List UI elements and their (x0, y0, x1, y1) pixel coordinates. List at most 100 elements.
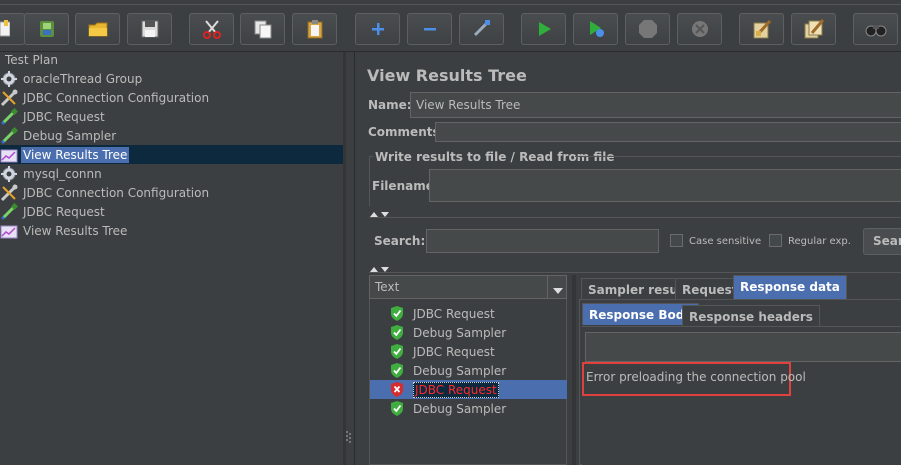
regular-exp-checkbox[interactable] (769, 234, 782, 247)
stop-button[interactable] (625, 13, 670, 45)
name-label: Name: (368, 98, 412, 112)
copy-icon (253, 19, 273, 39)
clear-button[interactable] (739, 13, 784, 45)
result-item[interactable]: JDBC Request (370, 380, 567, 399)
search-button[interactable]: Searc (863, 228, 901, 255)
new-button[interactable] (0, 13, 25, 45)
comments-label: Comments: (368, 125, 445, 139)
clear-all-button[interactable] (791, 13, 836, 45)
tree-item[interactable]: JDBC Request (0, 202, 343, 221)
save-button[interactable] (127, 13, 172, 45)
tree-item[interactable]: Debug Sampler (0, 126, 343, 145)
start-button[interactable] (521, 13, 566, 45)
success-shield-icon (389, 344, 405, 360)
tree-item[interactable]: oracleThread Group (0, 69, 343, 88)
stop-icon (638, 19, 658, 39)
tree-item[interactable]: View Results Tree (0, 221, 343, 240)
start-no-pauses-icon (587, 20, 605, 38)
result-item[interactable]: Debug Sampler (370, 361, 567, 380)
search-button[interactable] (853, 13, 898, 45)
save-icon (141, 20, 159, 38)
success-shield-icon (389, 306, 405, 322)
filename-field[interactable] (429, 169, 901, 202)
view-results-tree-panel: View Results Tree Name: View Results Tre… (354, 52, 901, 465)
listener-graph-icon (0, 146, 18, 164)
case-sensitive-label: Case sensitive (689, 236, 762, 247)
jmeter-window: Test Plan oracleThread Group JDBC Connecti… (0, 0, 901, 465)
regular-exp-label: Regular exp. (788, 236, 851, 247)
sampler-pipette-icon (0, 107, 18, 126)
toggle-button[interactable] (459, 13, 504, 45)
subtab-baseline (582, 326, 901, 327)
comments-field[interactable] (435, 122, 901, 142)
toggle-icon (472, 19, 492, 39)
chevron-down-icon (553, 284, 563, 298)
split-pane-divider[interactable] (343, 52, 346, 465)
result-item-label: Debug Sampler (413, 401, 507, 416)
cut-button[interactable] (189, 13, 234, 45)
config-wrench-icon (0, 184, 18, 202)
test-plan-tree: Test Plan oracleThread Group JDBC Connecti… (0, 52, 346, 465)
results-split-divider[interactable] (572, 275, 576, 465)
file-group-label: Write results to file / Read from file (375, 150, 615, 164)
tree-item-label: JDBC Request (23, 204, 105, 219)
divider-grip-icon[interactable] (345, 430, 351, 444)
group-border-vertical (369, 156, 370, 206)
tab-response-headers[interactable]: Response headers (682, 305, 820, 327)
result-item[interactable]: JDBC Request (370, 304, 567, 323)
thread-group-gear-icon (0, 165, 18, 183)
collapse-button[interactable] (407, 13, 452, 45)
response-body-area[interactable]: Error preloading the connection pool (582, 362, 901, 465)
tree-item[interactable]: JDBC Connection Configuration (0, 183, 343, 202)
collapse-icon (422, 21, 438, 37)
filename-label: Filename (372, 179, 434, 193)
open-icon (87, 20, 109, 38)
group-border-top (575, 156, 901, 157)
clear-icon (751, 18, 773, 40)
tree-item-label: Test Plan (5, 52, 58, 67)
tree-item[interactable]: mysql_connn (0, 164, 343, 183)
expand-icon (370, 21, 386, 37)
response-text: Error preloading the connection pool (586, 370, 806, 384)
name-field[interactable]: View Results Tree (410, 92, 901, 118)
select-divider (547, 276, 548, 298)
error-shield-icon (389, 382, 405, 398)
result-item[interactable]: Debug Sampler (370, 323, 567, 342)
result-item-label: JDBC Request (413, 306, 495, 321)
result-item[interactable]: JDBC Request (370, 342, 567, 361)
tab-response-data[interactable]: Response data (733, 275, 847, 300)
search-input[interactable] (426, 229, 659, 253)
config-wrench-icon (0, 89, 18, 107)
sampler-pipette-icon (0, 126, 18, 145)
divider-bottom (369, 272, 901, 273)
templates-button[interactable] (24, 13, 69, 45)
tree-item-label: Debug Sampler (23, 128, 117, 143)
paste-button[interactable] (292, 13, 337, 45)
tree-item[interactable]: JDBC Connection Configuration (0, 88, 343, 107)
start-no-pauses-button[interactable] (573, 13, 618, 45)
collapse-arrows-icon-2[interactable] (369, 262, 393, 276)
collapse-arrows-icon[interactable] (369, 207, 393, 221)
cut-icon (202, 19, 222, 39)
renderer-select[interactable]: Text (369, 275, 567, 299)
result-item-label: Debug Sampler (413, 363, 507, 378)
open-button[interactable] (75, 13, 120, 45)
copy-button[interactable] (240, 13, 285, 45)
result-item-label: JDBC Request (413, 344, 495, 359)
search-binoculars-icon (865, 21, 887, 37)
shutdown-button[interactable] (677, 13, 722, 45)
start-icon (536, 21, 552, 37)
tree-item[interactable]: View Results Tree (0, 145, 343, 164)
success-shield-icon (389, 401, 405, 417)
results-list: JDBC Request Debug Sampler JDBC Request Deb… (369, 299, 567, 465)
panel-title: View Results Tree (367, 66, 527, 85)
renderer-value: Text (375, 280, 400, 294)
tree-item[interactable]: Test Plan (0, 50, 343, 69)
result-item[interactable]: Debug Sampler (370, 399, 567, 418)
response-toolbar (585, 332, 901, 362)
case-sensitive-checkbox[interactable] (670, 234, 683, 247)
tree-item[interactable]: JDBC Request (0, 107, 343, 126)
expand-button[interactable] (355, 13, 400, 45)
shutdown-icon (690, 19, 710, 39)
tree-item-label: JDBC Connection Configuration (23, 185, 210, 200)
